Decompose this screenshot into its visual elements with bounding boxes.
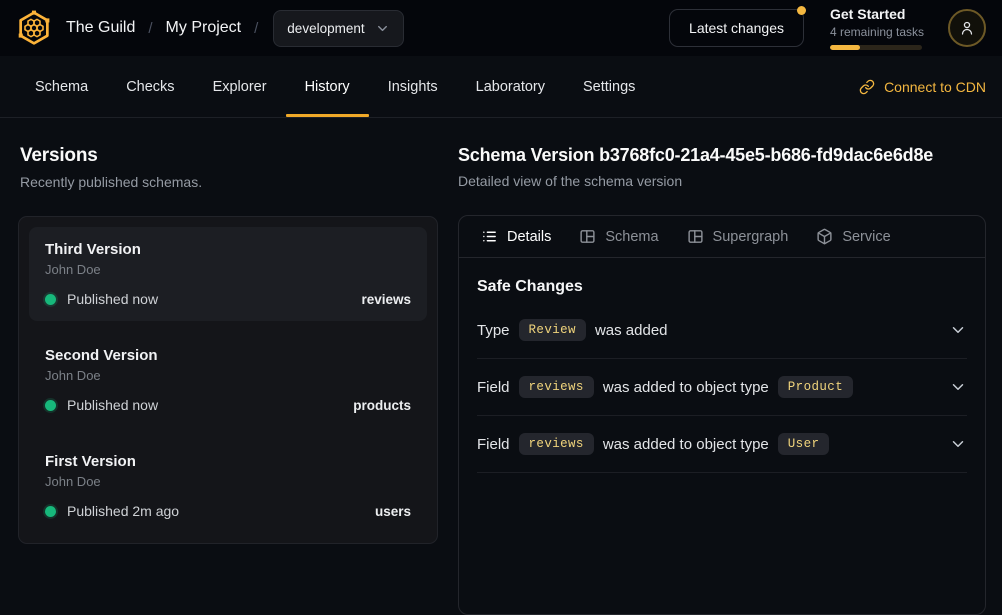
version-title: Second Version (45, 347, 411, 364)
chevron-down-icon (949, 435, 967, 453)
change-row[interactable]: Field reviews was added to object type P… (477, 359, 967, 416)
detail-tab-label: Schema (605, 229, 658, 245)
chevron-down-icon (375, 21, 390, 36)
version-detail-title: Schema Version b3768fc0-21a4-45e5-b686-f… (458, 145, 986, 166)
breadcrumb: The Guild / My Project / (66, 19, 271, 37)
version-detail-subtitle: Detailed view of the schema version (458, 173, 986, 189)
change-prefix: Field (477, 436, 510, 453)
get-started-widget[interactable]: Get Started 4 remaining tasks (830, 6, 922, 50)
main-content: Versions Recently published schemas. Thi… (0, 118, 1002, 615)
user-avatar[interactable] (948, 9, 986, 47)
nav-tab-explorer[interactable]: Explorer (194, 56, 286, 117)
cube-icon (816, 228, 833, 245)
version-service-name: users (375, 504, 411, 519)
chevron-down-icon (949, 378, 967, 396)
panels-icon (579, 228, 596, 245)
connect-to-cdn-link[interactable]: Connect to CDN (859, 79, 986, 95)
detail-tab-service[interactable]: Service (802, 216, 904, 257)
nav-tab-history[interactable]: History (286, 56, 369, 117)
breadcrumb-separator: / (254, 20, 258, 37)
safe-changes-heading: Safe Changes (477, 278, 967, 296)
published-status-dot (45, 294, 56, 305)
change-type-badge: User (778, 433, 830, 455)
nav-tab-settings[interactable]: Settings (564, 56, 654, 117)
project-nav: Schema Checks Explorer History Insights … (0, 56, 1002, 118)
versions-panel: Versions Recently published schemas. Thi… (0, 145, 458, 615)
detail-content: Safe Changes Type Review was added Field… (459, 278, 985, 473)
link-icon (859, 79, 875, 95)
nav-tab-checks[interactable]: Checks (107, 56, 193, 117)
version-status: Published now (67, 291, 158, 307)
get-started-progress-bar (830, 45, 922, 50)
latest-changes-label: Latest changes (689, 20, 784, 36)
nav-tab-schema[interactable]: Schema (16, 56, 107, 117)
version-status: Published 2m ago (67, 503, 179, 519)
environment-selector-value: development (287, 21, 364, 36)
version-title: Third Version (45, 241, 411, 258)
get-started-progress-fill (830, 45, 860, 50)
change-code-badge: reviews (519, 376, 594, 398)
chevron-down-icon (949, 321, 967, 339)
change-code-badge: reviews (519, 433, 594, 455)
change-prefix: Type (477, 322, 510, 339)
version-service-name: products (353, 398, 411, 413)
list-icon (481, 228, 498, 245)
version-service-name: reviews (361, 292, 411, 307)
versions-title: Versions (20, 145, 458, 167)
change-prefix: Field (477, 379, 510, 396)
environment-selector[interactable]: development (273, 10, 403, 47)
breadcrumb-separator: / (148, 20, 152, 37)
notification-dot (797, 6, 806, 15)
version-author: John Doe (45, 474, 411, 489)
version-status: Published now (67, 397, 158, 413)
version-detail-box: Details Schema Supergraph (458, 215, 986, 615)
version-author: John Doe (45, 262, 411, 277)
change-row[interactable]: Field reviews was added to object type U… (477, 416, 967, 473)
version-author: John Doe (45, 368, 411, 383)
published-status-dot (45, 400, 56, 411)
breadcrumb-project[interactable]: My Project (166, 19, 242, 37)
version-title: First Version (45, 453, 411, 470)
latest-changes-button[interactable]: Latest changes (669, 9, 804, 47)
connect-to-cdn-label: Connect to CDN (884, 79, 986, 95)
change-text: was added to object type (603, 436, 769, 453)
version-list-item[interactable]: First Version John Doe Published 2m ago … (29, 439, 427, 533)
version-detail-panel: Schema Version b3768fc0-21a4-45e5-b686-f… (458, 145, 1002, 615)
detail-tab-label: Service (842, 229, 890, 245)
detail-tab-details[interactable]: Details (467, 216, 565, 257)
versions-subtitle: Recently published schemas. (20, 174, 458, 190)
change-text: was added (595, 322, 668, 339)
detail-tab-list: Details Schema Supergraph (459, 216, 985, 258)
detail-tab-supergraph[interactable]: Supergraph (673, 216, 803, 257)
version-list-item[interactable]: Third Version John Doe Published now rev… (29, 227, 427, 321)
detail-tab-label: Supergraph (713, 229, 789, 245)
change-code-badge: Review (519, 319, 586, 341)
get-started-subtitle: 4 remaining tasks (830, 25, 922, 39)
change-type-badge: Product (778, 376, 853, 398)
version-list-item[interactable]: Second Version John Doe Published now pr… (29, 333, 427, 427)
topbar-right-cluster: Latest changes Get Started 4 remaining t… (669, 6, 986, 50)
detail-tab-label: Details (507, 229, 551, 245)
nav-tab-insights[interactable]: Insights (369, 56, 457, 117)
nav-tab-laboratory[interactable]: Laboratory (457, 56, 564, 117)
top-bar: The Guild / My Project / development Lat… (0, 0, 1002, 56)
change-row[interactable]: Type Review was added (477, 302, 967, 359)
panels-icon (687, 228, 704, 245)
guild-logo-icon[interactable] (16, 10, 52, 46)
user-icon (958, 19, 976, 37)
detail-tab-schema[interactable]: Schema (565, 216, 672, 257)
nav-tab-list: Schema Checks Explorer History Insights … (16, 56, 654, 117)
published-status-dot (45, 506, 56, 517)
change-text: was added to object type (603, 379, 769, 396)
breadcrumb-org[interactable]: The Guild (66, 19, 135, 37)
versions-list: Third Version John Doe Published now rev… (18, 216, 438, 544)
get-started-title: Get Started (830, 6, 922, 24)
